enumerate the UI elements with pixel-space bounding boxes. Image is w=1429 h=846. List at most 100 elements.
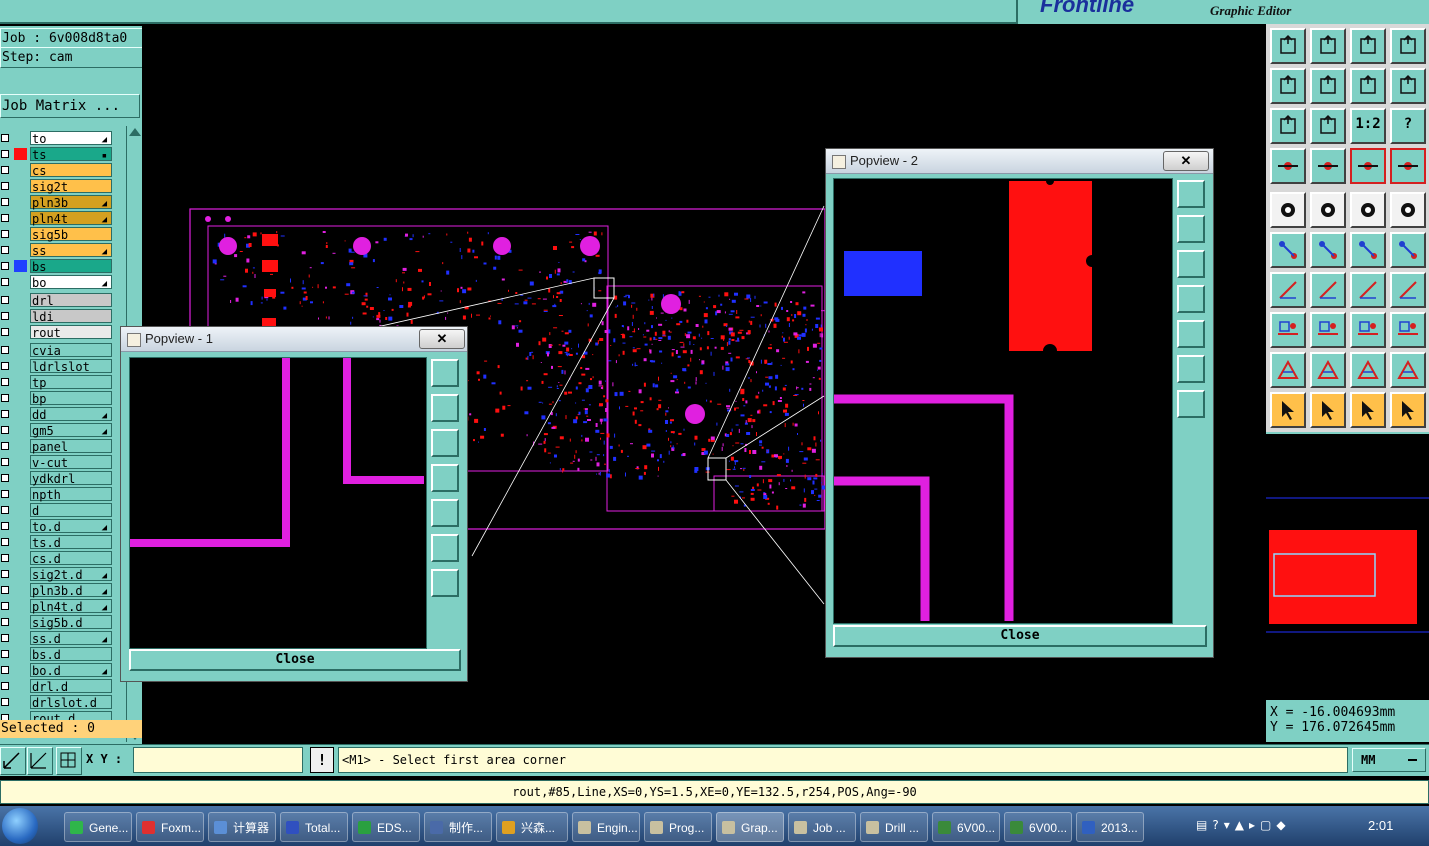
layer-row-ss-d[interactable]: ss.d ◢ xyxy=(0,630,114,646)
measure-tool-icon[interactable] xyxy=(1270,148,1306,184)
add-pad-icon[interactable] xyxy=(1270,192,1306,228)
layer-checkbox[interactable] xyxy=(1,262,9,270)
layer-name[interactable]: ss ◢ xyxy=(30,243,112,258)
grid-toggle-icon[interactable] xyxy=(56,747,82,775)
horizontal-line-icon[interactable] xyxy=(1310,312,1346,348)
layer-row-ydkdrl[interactable]: ydkdrl xyxy=(0,470,114,486)
draw-slash-icon[interactable] xyxy=(1310,272,1346,308)
layer-row-sig5b-d[interactable]: sig5b.d xyxy=(0,614,114,630)
layer-name[interactable]: ydkdrl xyxy=(30,471,112,486)
stretch-icon[interactable] xyxy=(1350,312,1386,348)
layer-checkbox[interactable] xyxy=(1,698,9,706)
xy-input[interactable] xyxy=(133,747,303,773)
layer-row-sig2t-d[interactable]: sig2t.d ◢ xyxy=(0,566,114,582)
zoom-fit-icon[interactable] xyxy=(1270,108,1306,144)
layer-name[interactable]: to.d ◢ xyxy=(30,519,112,534)
draw-angle-icon[interactable] xyxy=(1270,272,1306,308)
layer-row-ts-d[interactable]: ts.d xyxy=(0,534,114,550)
layer-row-v-cut[interactable]: v-cut xyxy=(0,454,114,470)
layer-checkbox[interactable] xyxy=(1,634,9,642)
layer-row-sig2t[interactable]: sig2t xyxy=(0,178,114,194)
move-node-icon[interactable] xyxy=(1350,232,1386,268)
select-arrow-icon[interactable] xyxy=(1270,392,1306,428)
layer-name[interactable]: cvia xyxy=(30,343,112,358)
layer-row-pln3b[interactable]: pln3b ◢ xyxy=(0,194,114,210)
help-icon[interactable]: ? xyxy=(1390,108,1426,144)
layer-name[interactable]: bo ◢ xyxy=(30,275,112,290)
layer-row-dd[interactable]: dd ◢ xyxy=(0,406,114,422)
layer-checkbox[interactable] xyxy=(1,134,9,142)
popview-2-canvas[interactable] xyxy=(833,177,1173,624)
layer-row-rout[interactable]: rout xyxy=(0,324,114,340)
layer-name[interactable]: sig2t.d ◢ xyxy=(30,567,112,582)
units-select[interactable]: MM xyxy=(1352,748,1426,772)
layer-name[interactable]: pln4t.d ◢ xyxy=(30,599,112,614)
popview-pan-up-icon[interactable] xyxy=(1177,215,1205,243)
pan-left-icon[interactable] xyxy=(1270,68,1306,104)
layer-checkbox[interactable] xyxy=(1,278,9,286)
select-box-icon[interactable] xyxy=(1310,392,1346,428)
taskbar-item[interactable]: Engin... xyxy=(572,812,640,842)
popview-pan-left-icon[interactable] xyxy=(431,464,459,492)
layer-name[interactable]: bs.d xyxy=(30,647,112,662)
layer-name[interactable]: ts ▪ xyxy=(30,147,112,162)
layer-checkbox[interactable] xyxy=(1,650,9,658)
taskbar-item[interactable]: 制作... xyxy=(424,812,492,842)
scroll-up-icon[interactable] xyxy=(129,128,141,136)
layer-checkbox[interactable] xyxy=(1,506,9,514)
netlist-highlight-icon[interactable] xyxy=(1350,148,1386,184)
mirror-tool-icon[interactable] xyxy=(1390,272,1426,308)
probe-icon[interactable] xyxy=(1310,148,1346,184)
layer-checkbox[interactable] xyxy=(1,442,9,450)
layer-name[interactable]: ss.d ◢ xyxy=(30,631,112,646)
layer-row-d[interactable]: d xyxy=(0,502,114,518)
layer-name[interactable]: cs xyxy=(30,163,112,178)
rotate-view-icon[interactable] xyxy=(1350,68,1386,104)
layer-name[interactable]: bo.d ◢ xyxy=(30,663,112,678)
layer-name[interactable]: sig5b.d xyxy=(30,615,112,630)
layer-row-npth[interactable]: npth xyxy=(0,486,114,502)
select-path-icon[interactable] xyxy=(1390,392,1426,428)
layer-row-gm5[interactable]: gm5 ◢ xyxy=(0,422,114,438)
layer-name[interactable]: cs.d xyxy=(30,551,112,566)
add-circle-icon[interactable] xyxy=(1390,192,1426,228)
pan-right-icon[interactable] xyxy=(1310,68,1346,104)
layer-name[interactable]: to ◢ xyxy=(30,131,112,146)
layer-name[interactable]: ldrlslot xyxy=(30,359,112,374)
popview-fit-icon[interactable] xyxy=(1177,355,1205,383)
popview-fit-icon[interactable] xyxy=(431,534,459,562)
layer-checkbox[interactable] xyxy=(1,230,9,238)
taskbar-item[interactable]: EDS... xyxy=(352,812,420,842)
layer-checkbox[interactable] xyxy=(1,602,9,610)
layer-row-drlslot-d[interactable]: drlslot.d xyxy=(0,694,114,710)
layer-checkbox[interactable] xyxy=(1,458,9,466)
connect-nodes-icon[interactable] xyxy=(1270,232,1306,268)
taskbar-item[interactable]: Foxm... xyxy=(136,812,204,842)
popview-pan-up-icon[interactable] xyxy=(431,394,459,422)
taskbar-item[interactable]: Grap... xyxy=(716,812,784,842)
layer-row-drl[interactable]: drl xyxy=(0,292,114,308)
layer-checkbox[interactable] xyxy=(1,586,9,594)
layer-row-bo[interactable]: bo ◢ xyxy=(0,274,114,290)
pan-down-icon[interactable] xyxy=(1310,28,1346,64)
layer-name[interactable]: pln4t ◢ xyxy=(30,211,112,226)
popview-zoom-icon[interactable] xyxy=(431,359,459,387)
layer-row-cvia[interactable]: cvia xyxy=(0,342,114,358)
layer-row-ts[interactable]: ts ▪ xyxy=(0,146,114,162)
layer-name[interactable]: npth xyxy=(30,487,112,502)
taskbar-item[interactable]: 计算器 xyxy=(208,812,276,842)
pan-up-icon[interactable] xyxy=(1270,28,1306,64)
layer-row-ss[interactable]: ss ◢ xyxy=(0,242,114,258)
layer-row-sig5b[interactable]: sig5b xyxy=(0,226,114,242)
layer-checkbox[interactable] xyxy=(1,538,9,546)
layer-checkbox[interactable] xyxy=(1,682,9,690)
text-a-icon[interactable] xyxy=(1310,352,1346,388)
layer-name[interactable]: sig2t xyxy=(30,179,112,194)
system-tray[interactable]: ▤?▾▲▸▢◆ xyxy=(1196,818,1291,832)
layer-row-pln3b-d[interactable]: pln3b.d ◢ xyxy=(0,582,114,598)
layer-name[interactable]: pln3b.d ◢ xyxy=(30,583,112,598)
layer-checkbox[interactable] xyxy=(1,554,9,562)
snap-point-icon[interactable] xyxy=(1270,312,1306,348)
layer-name[interactable]: ts.d xyxy=(30,535,112,550)
layer-name[interactable]: drl xyxy=(30,293,112,308)
